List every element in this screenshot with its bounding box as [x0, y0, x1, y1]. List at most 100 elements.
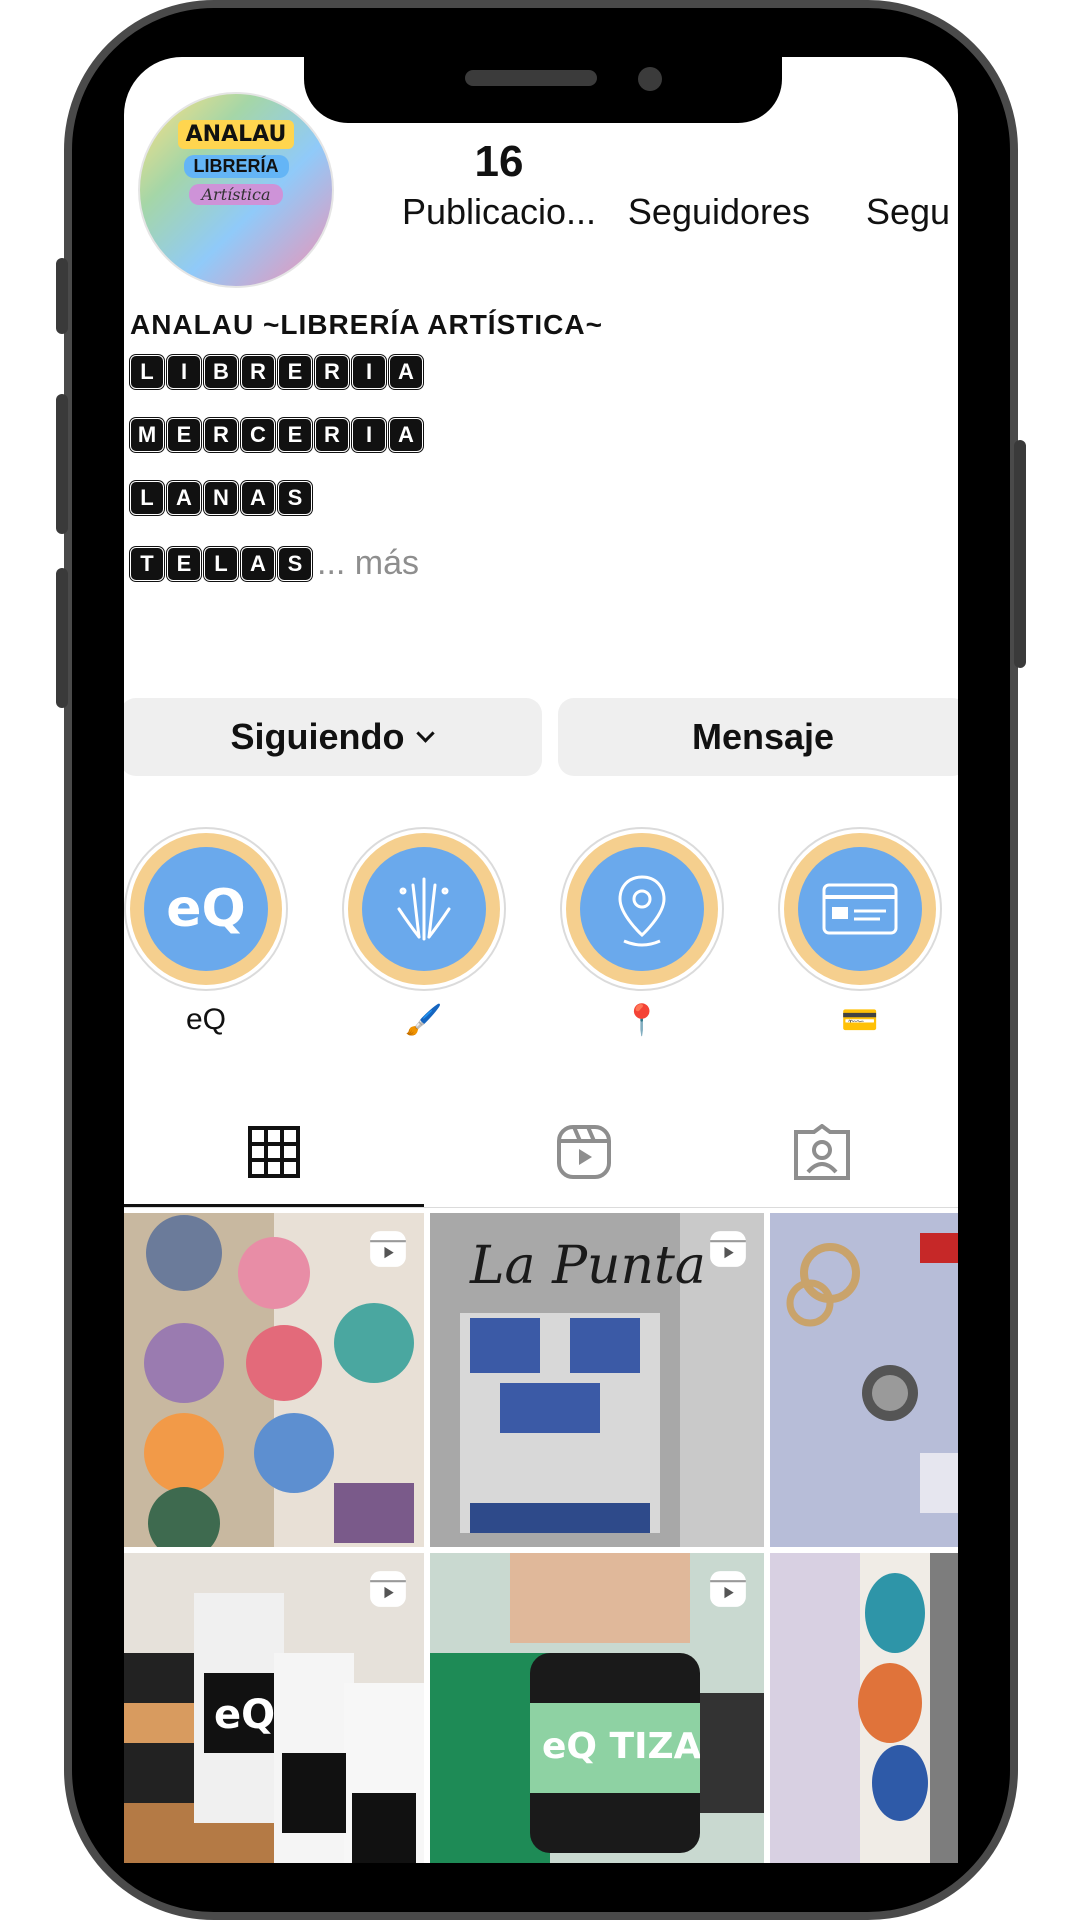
bio-letter: L	[130, 481, 164, 515]
tab-posts-grid[interactable]	[124, 1097, 424, 1207]
highlight-ring	[778, 827, 942, 991]
highlight-ring: eQ	[124, 827, 288, 991]
bio-letter: R	[315, 418, 349, 452]
tagged-icon	[794, 1124, 850, 1180]
reel-icon	[710, 1231, 746, 1267]
highlight-label: 📍	[623, 1004, 661, 1037]
location-pin-icon	[580, 847, 704, 971]
bio-letter: I	[352, 355, 386, 389]
tab-tagged[interactable]	[760, 1097, 958, 1207]
bio-more-link[interactable]: ... más	[317, 544, 419, 583]
credit-card-icon	[798, 847, 922, 971]
bio-letter: E	[278, 355, 312, 389]
highlight-location[interactable]: 📍	[558, 827, 726, 1043]
bio-line-telas: T E L A S ... más	[130, 544, 419, 583]
bio-letter: A	[167, 481, 201, 515]
post-thumbnail[interactable]: La Punta	[430, 1213, 764, 1547]
bio-letter: E	[167, 418, 201, 452]
highlight-brushes[interactable]: 🖌️	[340, 827, 508, 1043]
avatar-text-brand: ANALAU	[177, 120, 295, 149]
bio-letter: E	[278, 418, 312, 452]
post-thumbnail[interactable]	[770, 1213, 958, 1547]
bio-letter: A	[241, 546, 275, 581]
post-thumbnail[interactable]: eQ TIZA	[430, 1553, 764, 1863]
highlight-ring	[342, 827, 506, 991]
followers-label: Seguidores	[627, 191, 811, 232]
highlight-cover	[348, 833, 500, 985]
reels-icon	[557, 1125, 611, 1179]
bio-letter: A	[389, 418, 423, 452]
grid-icon	[248, 1126, 300, 1178]
post-thumbnail[interactable]	[770, 1553, 958, 1863]
following-label: Segu	[866, 191, 951, 232]
bio-letter: E	[167, 546, 201, 581]
power-button	[1014, 440, 1026, 668]
reel-icon	[370, 1231, 406, 1267]
tabs-divider	[124, 1207, 958, 1208]
bio-line-merceria: M E R C E R I A	[130, 418, 423, 452]
following-label: Siguiendo	[230, 716, 405, 757]
avatar-text-artistica: Artística	[189, 184, 283, 205]
tab-reels[interactable]	[434, 1097, 734, 1207]
bio-letter: A	[389, 355, 423, 389]
bio-letter: R	[241, 355, 275, 389]
highlight-eq[interactable]: eQ eQ	[124, 827, 290, 1043]
post-thumbnail[interactable]	[124, 1213, 424, 1547]
notch	[304, 57, 782, 123]
post-image-mural	[770, 1553, 958, 1863]
message-label: Mensaje	[691, 716, 835, 757]
highlight-label: 💳	[841, 1004, 879, 1037]
following-count	[866, 137, 958, 187]
eq-logo-text: eQ	[166, 879, 246, 939]
volume-button-upper	[56, 394, 68, 534]
post-caption-text: eQ	[214, 1692, 275, 1738]
bio-letter: N	[204, 481, 238, 515]
highlight-payment[interactable]: 💳	[776, 827, 944, 1043]
bio-line-libreria: L I B R E R I A	[130, 355, 423, 389]
message-button[interactable]: Mensaje	[558, 698, 958, 776]
bio-line-lanas: L A N A S	[130, 481, 312, 515]
profile-name: ANALAU ~LIBRERÍA ARTÍSTICA~	[130, 309, 603, 340]
bio-letter: B	[204, 355, 238, 389]
bio-letter: L	[204, 546, 238, 581]
bio-letter: S	[278, 546, 312, 581]
reel-icon	[710, 1571, 746, 1607]
bio-letter: L	[130, 355, 164, 389]
bio-letter: M	[130, 418, 164, 452]
highlight-ring	[560, 827, 724, 991]
following-button[interactable]: Siguiendo	[124, 698, 542, 776]
bio-letter: T	[130, 546, 164, 581]
highlight-label: eQ	[185, 1003, 227, 1036]
profile-avatar[interactable]: ANALAU LIBRERÍA Artística	[138, 92, 334, 288]
post-caption-text: eQ TIZA	[542, 1726, 702, 1767]
volume-up-button	[56, 258, 68, 334]
avatar-text-libreria: LIBRERÍA	[183, 155, 289, 178]
bio-letter: R	[204, 418, 238, 452]
stat-posts[interactable]: 16 Publicacio...	[394, 137, 604, 233]
highlight-label: 🖌️	[405, 1004, 443, 1037]
posts-label: Publicacio...	[401, 191, 597, 232]
bio-letter: I	[352, 418, 386, 452]
post-image-craft	[770, 1213, 958, 1547]
posts-count: 16	[474, 137, 524, 186]
highlight-cover	[566, 833, 718, 985]
highlight-cover: eQ	[130, 833, 282, 985]
reel-icon	[370, 1571, 406, 1607]
stat-following[interactable]: Segu	[866, 137, 958, 233]
eq-logo-icon: eQ	[144, 847, 268, 971]
highlight-cover	[784, 833, 936, 985]
front-camera	[638, 67, 662, 91]
bio-letter: C	[241, 418, 275, 452]
bio-letter: R	[315, 355, 349, 389]
followers-count	[624, 137, 814, 187]
chevron-down-icon	[415, 723, 435, 743]
post-caption-text: La Punta	[469, 1236, 706, 1296]
volume-button-lower	[56, 568, 68, 708]
bio-letter: A	[241, 481, 275, 515]
phone-screen: ANALAU LIBRERÍA Artística 16 Publicacio.…	[124, 57, 958, 1863]
bio-letter: S	[278, 481, 312, 515]
stat-followers[interactable]: Seguidores	[624, 137, 814, 233]
bio-letter: I	[167, 355, 201, 389]
paintbrush-icon	[362, 847, 486, 971]
post-thumbnail[interactable]: eQ	[124, 1553, 424, 1863]
